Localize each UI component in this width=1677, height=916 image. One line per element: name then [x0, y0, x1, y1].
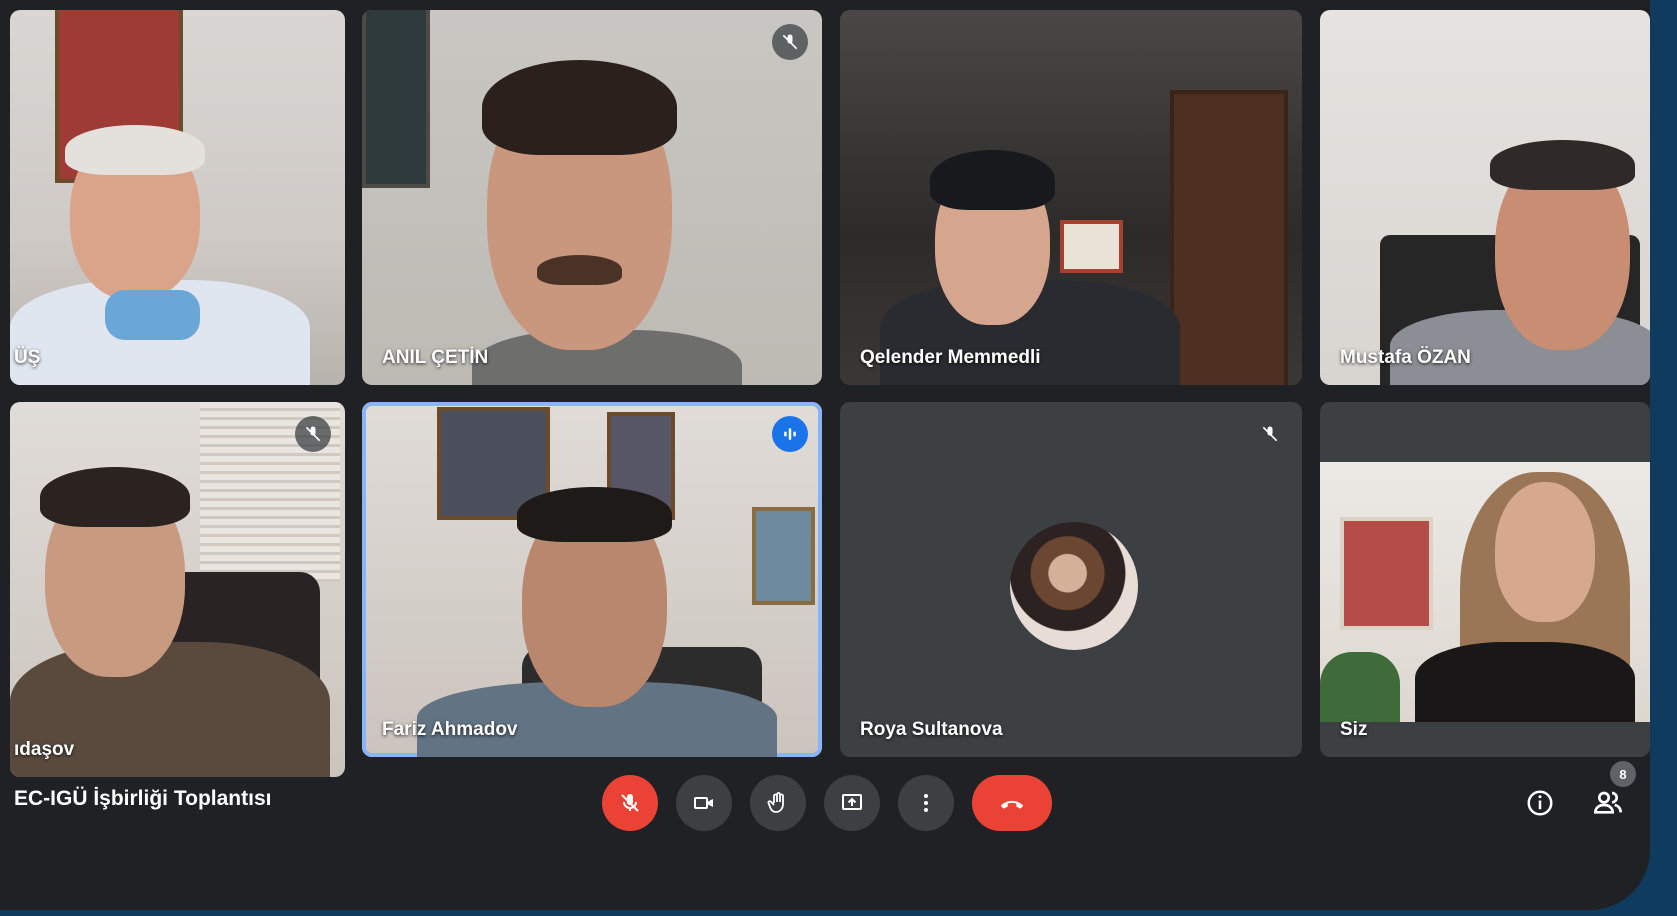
- wall-painting: [752, 507, 815, 605]
- participant-tile-4[interactable]: Mustafa ÖZAN: [1320, 10, 1650, 385]
- wall-portrait: [1340, 517, 1433, 630]
- camera-toggle-button[interactable]: [676, 775, 732, 831]
- people-icon: [1593, 791, 1622, 814]
- mic-toggle-button[interactable]: [602, 775, 658, 831]
- participant-tile-6[interactable]: Fariz Ahmadov: [362, 402, 822, 757]
- person-mustache: [537, 255, 622, 285]
- participant-tile-8[interactable]: Siz: [1320, 402, 1650, 757]
- participant-name: Mustafa ÖZAN: [1340, 347, 1471, 368]
- plant: [1320, 652, 1400, 722]
- person-hair: [40, 467, 190, 527]
- participant-avatar: [1010, 522, 1138, 650]
- mic-off-icon: [621, 794, 639, 812]
- participant-name: Qelender Memmedli: [860, 347, 1041, 368]
- self-video: [1320, 462, 1650, 722]
- participant-count-badge: 8: [1610, 761, 1636, 787]
- participant-tile-5[interactable]: ıdaşov: [10, 402, 345, 777]
- participant-tile-7[interactable]: Roya Sultanova: [840, 402, 1302, 757]
- people-button[interactable]: [1588, 783, 1628, 823]
- wall-picture: [362, 10, 430, 188]
- person-head: [1495, 482, 1595, 622]
- participant-tile-3[interactable]: Qelender Memmedli: [840, 10, 1302, 385]
- person-hair: [482, 60, 677, 155]
- speaking-indicator-icon: [772, 416, 808, 452]
- person-hair: [517, 487, 672, 542]
- meeting-details-button[interactable]: [1520, 783, 1560, 823]
- raise-hand-icon: [767, 792, 784, 813]
- meet-window: ÜŞ ANIL ÇETİN Qelender Memmedli Mustafa …: [0, 0, 1650, 910]
- participant-name: ÜŞ: [14, 347, 41, 368]
- person-hair: [930, 150, 1055, 210]
- control-bar: EC-IGÜ İşbirliği Toplantısı 8: [0, 755, 1650, 865]
- person-hair: [65, 125, 205, 175]
- present-screen-icon: [842, 794, 862, 810]
- call-end-icon: [1000, 800, 1024, 809]
- shelf: [1170, 90, 1288, 385]
- info-icon: [1527, 790, 1553, 816]
- leave-call-button[interactable]: [972, 775, 1052, 831]
- present-screen-button[interactable]: [824, 775, 880, 831]
- participant-name: Siz: [1340, 719, 1368, 740]
- mic-off-icon: [295, 416, 331, 452]
- participant-tile-1[interactable]: ÜŞ: [10, 10, 345, 385]
- participant-tile-2[interactable]: ANIL ÇETİN: [362, 10, 822, 385]
- participant-name: Fariz Ahmadov: [382, 719, 518, 740]
- raise-hand-button[interactable]: [750, 775, 806, 831]
- face-mask: [105, 290, 200, 340]
- person-hair: [1490, 140, 1635, 190]
- participant-name: Roya Sultanova: [860, 719, 1003, 740]
- more-options-button[interactable]: [898, 775, 954, 831]
- certificate: [1060, 220, 1123, 273]
- meeting-title: EC-IGÜ İşbirliği Toplantısı: [14, 787, 272, 810]
- person-body: [1415, 642, 1635, 722]
- participant-name: ANIL ÇETİN: [382, 347, 489, 368]
- mic-off-icon: [772, 24, 808, 60]
- mic-off-icon: [1252, 416, 1288, 452]
- camera-icon: [694, 797, 713, 809]
- more-vert-icon: [924, 794, 928, 812]
